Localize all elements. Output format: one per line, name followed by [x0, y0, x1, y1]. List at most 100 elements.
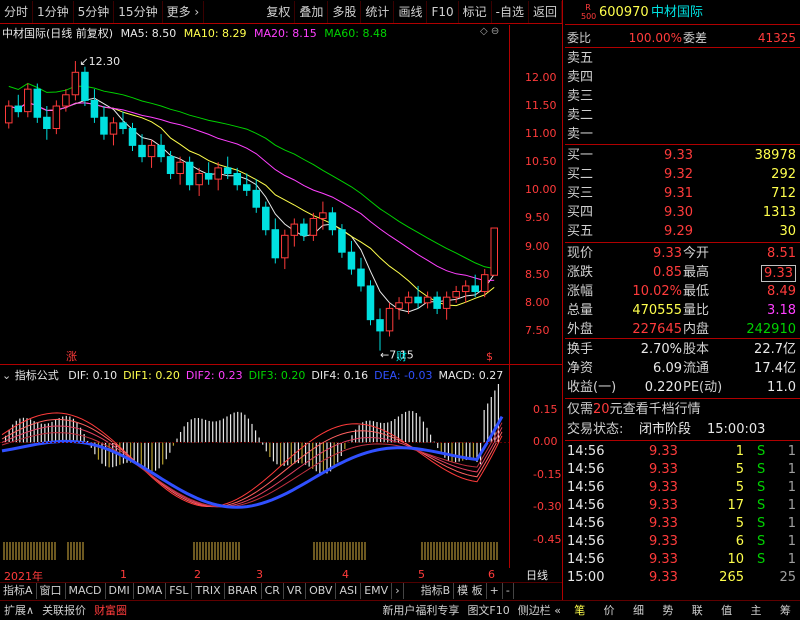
price-tick: 9.00	[525, 239, 550, 253]
indicator-tab[interactable]: MACD	[66, 583, 106, 599]
tool-button-0[interactable]: 复权	[262, 0, 296, 23]
indicator-tab[interactable]: ASI	[336, 583, 362, 599]
ma-legend-item: MA10: 8.29	[180, 27, 247, 40]
indicator-tab[interactable]: +	[487, 583, 503, 599]
quote-tab[interactable]: 联	[688, 601, 707, 620]
indicator-tick: -0.30	[533, 500, 562, 514]
candle	[347, 240, 356, 275]
tick-row: 14:56 9.33 6 S 1	[567, 534, 796, 549]
ma-legend: MA5: 8.50 MA10: 8.29 MA20: 8.15 MA60: 8.…	[117, 27, 387, 40]
bottom-left-item[interactable]: 扩展∧	[0, 601, 38, 620]
quote-tab[interactable]: 势	[658, 601, 677, 620]
date-label: 5	[418, 568, 425, 581]
candle	[242, 173, 251, 196]
candle	[395, 297, 403, 320]
tool-button-1[interactable]: 叠加	[295, 0, 329, 23]
quote-tab[interactable]: 价	[600, 601, 619, 620]
candle	[366, 280, 375, 326]
bottom-right-item[interactable]: 侧边栏 «	[514, 601, 565, 620]
quote-tab[interactable]: 值	[717, 601, 736, 620]
order-book-row: 卖四	[567, 70, 594, 85]
price-tick: 10.00	[525, 183, 557, 197]
candle	[300, 218, 308, 241]
tick-row: 14:56 9.33 17 S 1	[567, 498, 796, 513]
period-tab-0[interactable]: 分时	[0, 0, 34, 23]
period-tab-2[interactable]: 5分钟	[74, 0, 115, 23]
bottom-right-item[interactable]: 新用户福利专享	[378, 601, 463, 620]
order-book-row: 卖五	[567, 51, 594, 66]
event-marker: $	[486, 350, 493, 363]
indicator-chart[interactable]	[0, 384, 509, 568]
period-toolbar: 分时 1分钟 5分钟 15分钟 更多 › 复权 叠加 多股 统计 画线 F10 标记 -自选 返回	[0, 0, 562, 24]
quote-tab[interactable]: 细	[629, 601, 648, 620]
indicator-tab[interactable]: -	[503, 583, 514, 599]
order-book-row: 买四 9.30 1313	[567, 205, 796, 220]
indicator-tab[interactable]: DMI	[106, 583, 134, 599]
period-tab-3[interactable]: 15分钟	[114, 0, 163, 23]
tool-button-4[interactable]: 画线	[394, 0, 428, 23]
indicator-tab[interactable]: DMA	[134, 583, 167, 599]
period-tab-4[interactable]: 更多 ›	[163, 0, 205, 23]
indicator-tab[interactable]: 指标B	[418, 583, 455, 599]
indicator-tab[interactable]: EMV	[361, 583, 393, 599]
bottom-left-item[interactable]: 财富圈	[90, 601, 131, 620]
chart-tools: 复权 叠加 多股 统计 画线 F10 标记 -自选 返回	[262, 0, 562, 23]
candle	[90, 89, 99, 123]
quote-tab[interactable]: 主	[746, 601, 765, 620]
period-tab-1[interactable]: 1分钟	[33, 0, 74, 23]
stock-label: 中材国际(日线 前复权)	[2, 27, 114, 40]
tool-button-5[interactable]: F10	[427, 0, 459, 23]
indicator-tab[interactable]: FSL	[166, 583, 193, 599]
chevron-down-icon[interactable]: ⌄	[2, 369, 11, 382]
stat-row: 涨跌 0.85 最高 9.33	[565, 264, 800, 282]
promo-link[interactable]: 仅需20元查看千档行情	[565, 401, 800, 419]
chart-settings-icon[interactable]: ◇ ⊖	[480, 26, 499, 37]
indicator-legend-item: DIF: 0.10	[68, 369, 118, 382]
tool-button-8[interactable]: 返回	[529, 0, 562, 23]
indicator-legend: ⌄ 指标公式 DIF: 0.10 DIF1: 0.20 DIF2: 0.23 DIF3…	[2, 367, 503, 383]
indicator-tab[interactable]: VR	[284, 583, 307, 599]
market-badge: R 500	[581, 3, 597, 21]
date-label: 4	[342, 568, 349, 581]
tool-button-3[interactable]: 统计	[361, 0, 395, 23]
bottom-right-item[interactable]: 图文F10	[463, 601, 513, 620]
indicator-tab[interactable]: OBV	[306, 583, 337, 599]
indicator-tab[interactable]: 窗口	[37, 583, 66, 599]
candle	[414, 285, 422, 309]
candlestick-chart[interactable]: ↙12.30←7.15涨财 $	[0, 42, 509, 364]
tool-button-6[interactable]: 标记	[459, 0, 492, 23]
tool-button-7[interactable]: -自选	[492, 0, 529, 23]
candle	[461, 280, 470, 303]
tool-button-2[interactable]: 多股	[328, 0, 362, 23]
period-label[interactable]: 日线	[526, 567, 548, 583]
candle	[442, 291, 451, 320]
order-book-row: 买五 9.29 30	[567, 224, 796, 239]
indicator-tab[interactable]: BRAR	[225, 583, 262, 599]
period-tabs: 分时 1分钟 5分钟 15分钟 更多 ›	[0, 0, 205, 23]
indicator-tab[interactable]: CR	[262, 583, 284, 599]
indicator-tab[interactable]: TRIX	[192, 583, 225, 599]
order-book-row: 买二 9.32 292	[567, 167, 796, 182]
candle	[290, 218, 299, 247]
price-tick: 10.50	[525, 155, 557, 169]
candle	[71, 61, 80, 101]
quote-tab[interactable]: 筹	[776, 601, 795, 620]
chart-legend: 中材国际(日线 前复权) MA5: 8.50 MA10: 8.29 MA20: …	[2, 25, 387, 41]
candle	[452, 285, 460, 303]
ma60-line	[8, 82, 495, 270]
bottom-left-item[interactable]: 关联报价	[38, 601, 90, 620]
quote-tab[interactable]: 笔	[570, 601, 589, 620]
fin-row: 净资 6.09 流通 17.4亿	[567, 361, 796, 376]
order-book-row: 卖二	[567, 108, 594, 123]
indicator-name[interactable]: 指标公式	[15, 369, 59, 382]
candle	[328, 207, 337, 236]
tick-row: 14:56 9.33 1 S 1	[567, 444, 796, 459]
ma-legend-item: MA60: 8.48	[320, 27, 387, 40]
indicator-legend-item: DIF3: 0.20	[248, 369, 306, 382]
candle	[385, 302, 394, 337]
price-axis: 12.00 11.50 11.00 10.50 10.00 9.50 9.00 8.50 8.0…	[511, 42, 561, 364]
ma20-line	[8, 101, 495, 282]
indicator-tab[interactable]: 指标A	[0, 583, 37, 599]
indicator-tab[interactable]: ›	[392, 583, 404, 599]
indicator-tab[interactable]: 模 板	[454, 583, 487, 599]
